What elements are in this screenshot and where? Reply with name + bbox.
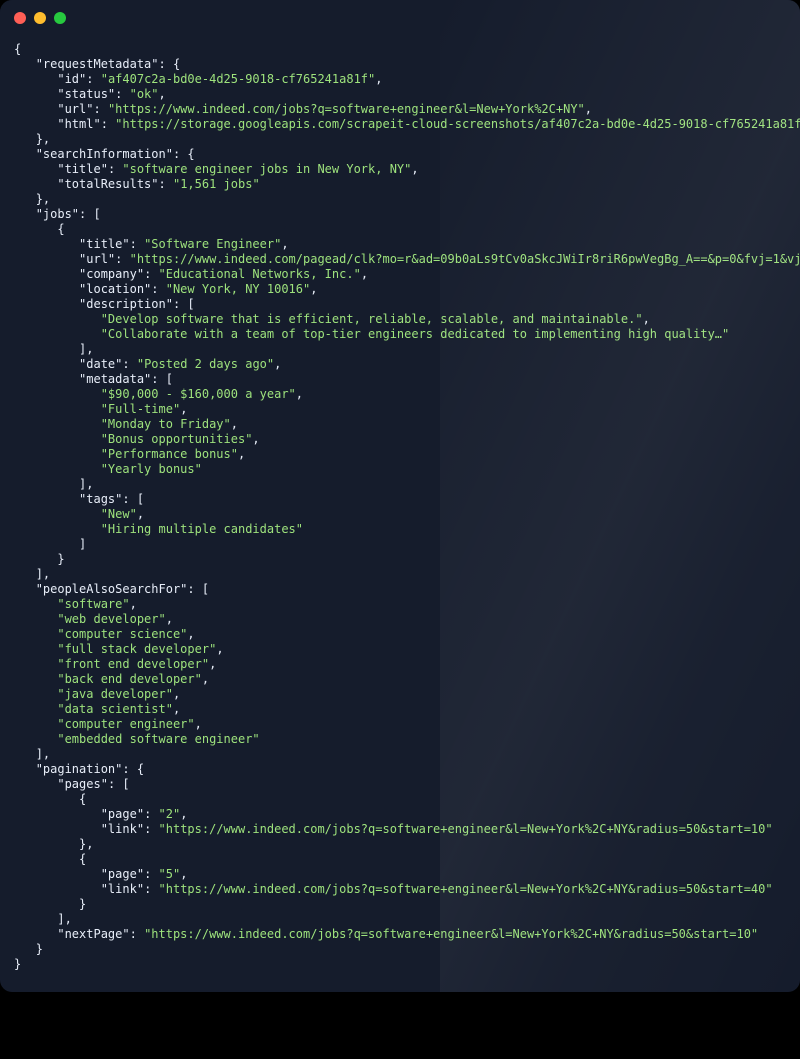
code-output: { "requestMetadata": { "id": "af407c2a-b… <box>0 36 800 992</box>
minimize-icon[interactable] <box>34 12 46 24</box>
close-icon[interactable] <box>14 12 26 24</box>
window-titlebar <box>0 0 800 36</box>
terminal-window: { "requestMetadata": { "id": "af407c2a-b… <box>0 0 800 992</box>
maximize-icon[interactable] <box>54 12 66 24</box>
